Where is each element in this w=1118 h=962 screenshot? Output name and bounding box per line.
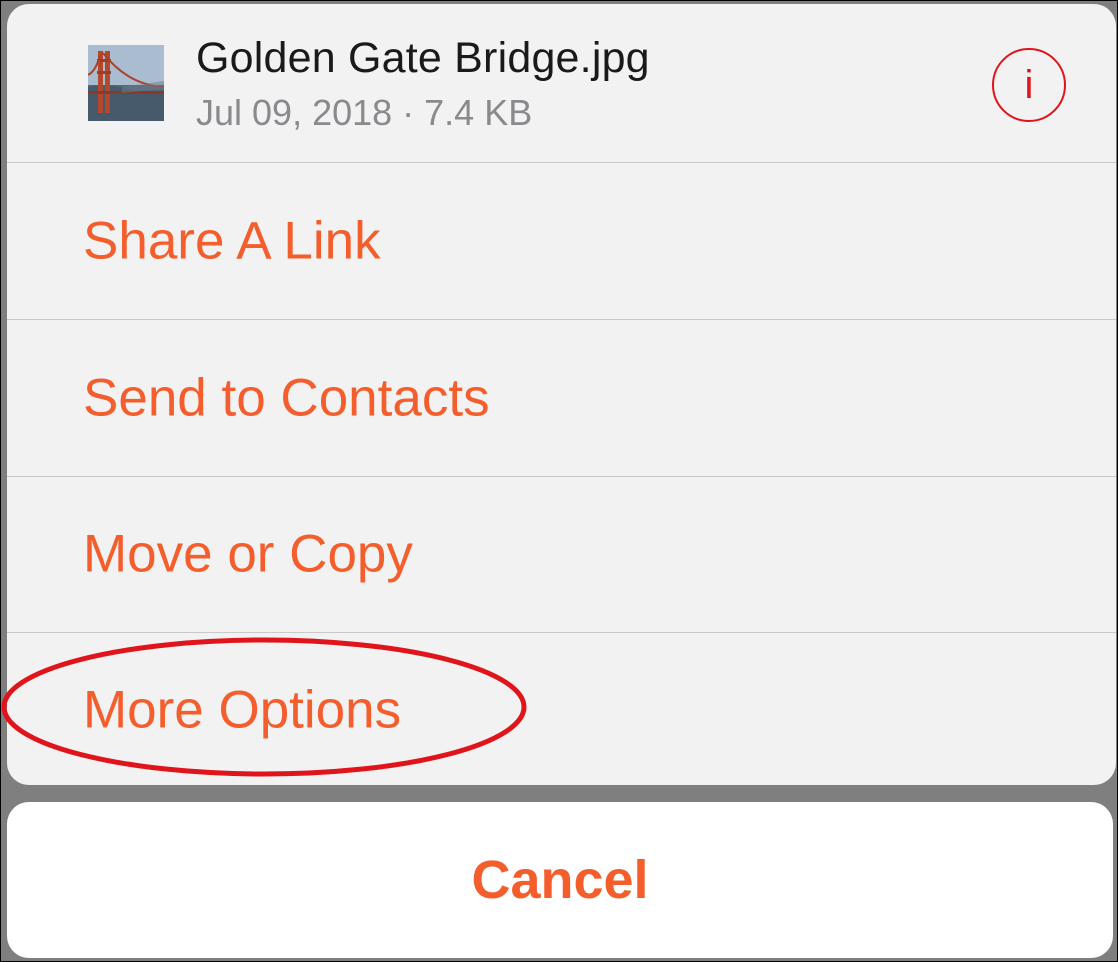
file-meta: Jul 09, 2018 · 7.4 KB xyxy=(196,92,533,133)
menu-item-label: Move or Copy xyxy=(83,524,413,584)
menu-item-move-or-copy[interactable]: Move or Copy xyxy=(7,476,1116,633)
action-sheet: Golden Gate Bridge.jpg Jul 09, 2018 · 7.… xyxy=(7,4,1116,785)
file-name: Golden Gate Bridge.jpg xyxy=(196,34,650,82)
screenshot-frame: Golden Gate Bridge.jpg Jul 09, 2018 · 7.… xyxy=(0,0,1118,962)
menu-item-label: More Options xyxy=(83,680,402,740)
menu-item-share-link[interactable]: Share A Link xyxy=(7,163,1116,320)
cancel-label: Cancel xyxy=(471,850,649,910)
file-header: Golden Gate Bridge.jpg Jul 09, 2018 · 7.… xyxy=(7,4,1116,163)
cancel-button[interactable]: Cancel xyxy=(7,802,1113,958)
menu-item-label: Share A Link xyxy=(83,211,381,271)
menu-item-label: Send to Contacts xyxy=(83,368,490,428)
golden-gate-bridge-photo xyxy=(88,45,164,121)
info-circle-icon: i xyxy=(992,48,1066,122)
menu-item-send-to-contacts[interactable]: Send to Contacts xyxy=(7,320,1116,477)
file-thumbnail xyxy=(88,45,164,121)
info-button[interactable]: i xyxy=(991,47,1067,123)
menu-item-more-options[interactable]: More Options xyxy=(7,632,1116,785)
info-glyph: i xyxy=(1025,63,1034,107)
